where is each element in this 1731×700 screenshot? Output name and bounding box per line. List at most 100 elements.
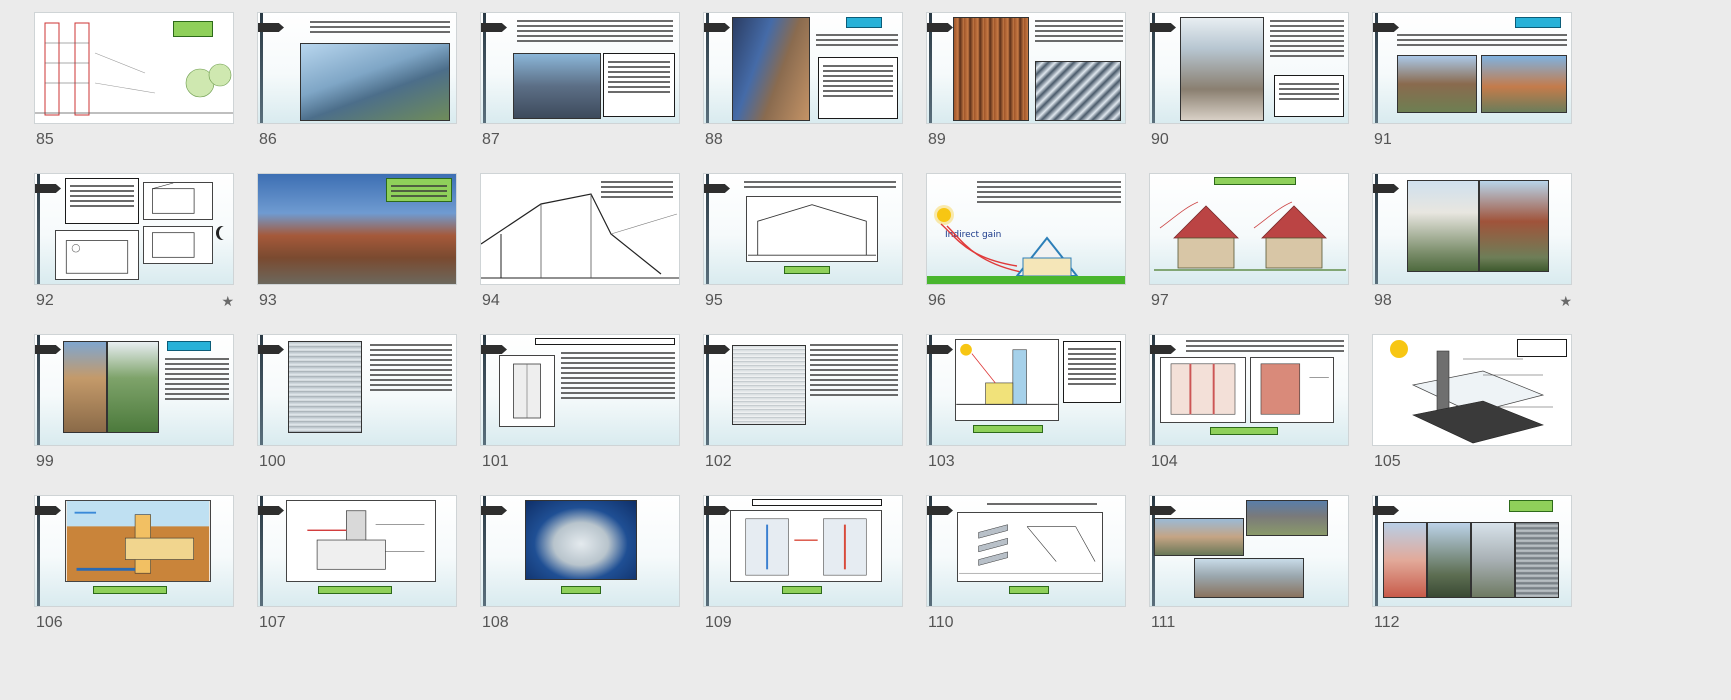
- slide-preview[interactable]: [703, 495, 903, 607]
- slide-preview[interactable]: [480, 12, 680, 124]
- star-icon: ★: [1559, 293, 1572, 309]
- slide-preview[interactable]: [926, 495, 1126, 607]
- earth-tube-diagram: [65, 500, 211, 582]
- sketch-diagram: [143, 226, 213, 264]
- slide-thumbnail[interactable]: 108: [480, 495, 680, 635]
- slide-thumbnail[interactable]: 110: [926, 495, 1126, 635]
- slide-preview[interactable]: [926, 12, 1126, 124]
- green-label: [784, 266, 830, 274]
- slide-preview[interactable]: [703, 12, 903, 124]
- slide-thumbnail[interactable]: 98 ★: [1372, 173, 1572, 313]
- slide-number: 86: [259, 131, 277, 148]
- slide-number: 111: [1151, 614, 1176, 631]
- slide-thumbnail[interactable]: 86: [257, 12, 457, 152]
- tower-diagram: [1160, 357, 1246, 423]
- slide-preview[interactable]: [703, 173, 903, 285]
- slide-preview[interactable]: [1372, 12, 1572, 124]
- slide-number: 90: [1151, 131, 1169, 148]
- green-label: [1214, 177, 1296, 185]
- slide-thumbnail[interactable]: 106: [34, 495, 234, 635]
- slide-preview[interactable]: [1372, 495, 1572, 607]
- text-block: [744, 178, 896, 191]
- text-block: [310, 18, 450, 36]
- slide-thumbnail[interactable]: 92 ★: [34, 173, 234, 313]
- house-photo: [1397, 55, 1477, 113]
- title-box: [752, 499, 882, 506]
- slide-number: 93: [259, 292, 277, 309]
- slide-thumbnail[interactable]: 85: [34, 12, 234, 152]
- slide-thumbnail[interactable]: 107: [257, 495, 457, 635]
- slide-thumbnail[interactable]: 111: [1149, 495, 1349, 635]
- slide-thumbnail[interactable]: 97: [1149, 173, 1349, 313]
- slide-preview[interactable]: [480, 495, 680, 607]
- slide-preview[interactable]: [257, 173, 457, 285]
- slide-thumbnail[interactable]: 94: [480, 173, 680, 313]
- slide-preview[interactable]: [1149, 334, 1349, 446]
- slide-preview[interactable]: [480, 173, 680, 285]
- green-label: [93, 586, 167, 594]
- slide-thumbnail[interactable]: 104: [1149, 334, 1349, 474]
- building-photo: [1154, 518, 1244, 556]
- slide-preview[interactable]: [34, 495, 234, 607]
- slide-thumbnail[interactable]: 105: [1372, 334, 1572, 474]
- wind-tower-photo: [107, 341, 159, 433]
- wind-tower-photo: [1515, 522, 1559, 598]
- slide-preview[interactable]: [257, 12, 457, 124]
- slide-thumbnail[interactable]: 109: [703, 495, 903, 635]
- airflow-diagram: [730, 510, 882, 582]
- slide-preview[interactable]: [257, 495, 457, 607]
- text-block: [987, 500, 1097, 508]
- slide-thumbnail[interactable]: 91: [1372, 12, 1572, 152]
- slide-thumbnail[interactable]: Indirect gain 96: [926, 173, 1126, 313]
- slide-preview[interactable]: [703, 334, 903, 446]
- slide-thumbnail[interactable]: 95: [703, 173, 903, 313]
- slide-preview[interactable]: [480, 334, 680, 446]
- slide-preview[interactable]: [257, 334, 457, 446]
- slide-number: 92: [36, 292, 54, 309]
- slide-thumbnail[interactable]: 88: [703, 12, 903, 152]
- building-photo: [300, 43, 450, 121]
- text-block: [370, 341, 452, 394]
- slide-preview[interactable]: [1149, 12, 1349, 124]
- text-block: [816, 31, 898, 49]
- slide-preview[interactable]: [34, 12, 234, 124]
- slide-thumbnail[interactable]: 87: [480, 12, 680, 152]
- slide-thumbnail[interactable]: 93: [257, 173, 457, 313]
- cyan-title: [167, 341, 211, 351]
- building-photo: [1427, 522, 1471, 598]
- slide-preview[interactable]: [1149, 495, 1349, 607]
- slide-thumbnail[interactable]: 89: [926, 12, 1126, 152]
- slide-thumbnail[interactable]: 101: [480, 334, 680, 474]
- slide-thumbnail[interactable]: 103: [926, 334, 1126, 474]
- sketch-diagram: [143, 182, 213, 220]
- text-block: [517, 17, 673, 45]
- text-block: [561, 349, 675, 402]
- slide-number: 99: [36, 453, 54, 470]
- slide-preview[interactable]: [34, 173, 234, 285]
- slide-thumbnail[interactable]: 90: [1149, 12, 1349, 152]
- slide-number: 109: [705, 614, 732, 631]
- green-label: [318, 586, 392, 594]
- slide-preview[interactable]: [926, 334, 1126, 446]
- slide-preview[interactable]: [1149, 173, 1349, 285]
- sketch-diagram: [499, 355, 555, 427]
- slide-number: 98: [1374, 292, 1392, 309]
- slide-thumbnail[interactable]: 112: [1372, 495, 1572, 635]
- building-photo: [1479, 180, 1549, 272]
- slide-preview[interactable]: [34, 334, 234, 446]
- building-photo: [1471, 522, 1515, 598]
- louver-photo: [953, 17, 1029, 121]
- slide-thumbnail[interactable]: 99: [34, 334, 234, 474]
- slide-thumbnail[interactable]: 102: [703, 334, 903, 474]
- slide-preview[interactable]: [1372, 334, 1572, 446]
- title-box: [535, 338, 675, 345]
- slide-preview[interactable]: Indirect gain: [926, 173, 1126, 285]
- slide-number: 94: [482, 292, 500, 309]
- tower-diagram: [1250, 357, 1334, 423]
- green-label: [173, 21, 213, 37]
- slide-number: 110: [928, 614, 954, 631]
- star-icon: ★: [221, 293, 234, 309]
- green-label: [561, 586, 601, 594]
- slide-preview[interactable]: [1372, 173, 1572, 285]
- slide-thumbnail[interactable]: 100: [257, 334, 457, 474]
